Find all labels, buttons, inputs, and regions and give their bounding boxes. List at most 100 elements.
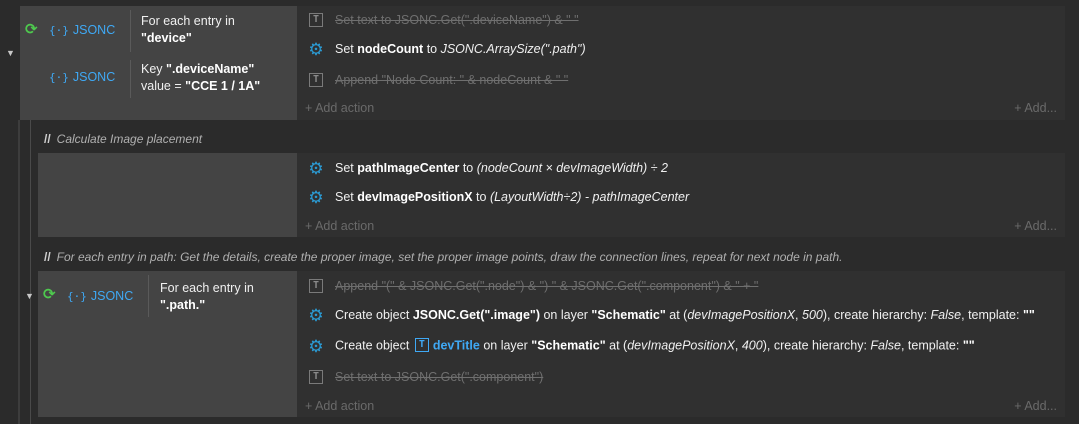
- action-text: Create object TdevTitle on layer "Schema…: [335, 338, 975, 354]
- action-append-node[interactable]: T Append "(" & JSONC.Get(".node") & ") "…: [297, 273, 1065, 299]
- collapse-arrow-icon[interactable]: ▼: [25, 291, 34, 301]
- object-label: JSONC: [72, 70, 116, 84]
- jsonc-object: {·} JSONC: [49, 70, 115, 84]
- add-button[interactable]: + Add...: [1014, 399, 1057, 413]
- json-braces-icon: {·}: [67, 289, 87, 303]
- comment-marker: //: [44, 250, 51, 264]
- gear-icon: ⚙: [308, 187, 324, 207]
- action-text: Set text to JSONC.Get(".component"): [335, 370, 544, 384]
- action-verb: Set: [335, 42, 358, 56]
- action-text: Set text to JSONC.Get(".deviceName") & "…: [335, 13, 579, 27]
- actions-column[interactable]: T Append "(" & JSONC.Get(".node") & ") "…: [297, 271, 1065, 417]
- outer-tree-stripe: [18, 120, 20, 424]
- variable-name: devImagePositionX: [357, 190, 473, 204]
- action-text: Append "Node Count: " & nodeCount & " ": [335, 73, 569, 87]
- actions-column[interactable]: ⚙ Set pathImageCenter to (nodeCount × de…: [297, 153, 1065, 237]
- add-button[interactable]: + Add...: [1014, 101, 1057, 115]
- text-object-icon: T: [309, 73, 323, 87]
- gear-icon: ⚙: [308, 336, 324, 356]
- event-block-device[interactable]: ⟳ {·} JSONC For each entry in "device" {…: [20, 6, 1065, 120]
- action-connector: to: [423, 42, 441, 56]
- text-part: ), create hierarchy:: [762, 338, 871, 353]
- add-action-button[interactable]: + Add action: [305, 101, 374, 115]
- event-sheet: ▼ ⟳ {·} JSONC For each entry in "device"…: [0, 0, 1079, 424]
- hierarchy-value: False: [930, 308, 962, 322]
- action-text: Set devImagePositionX to (LayoutWidth÷2)…: [335, 190, 689, 204]
- action-create-image-object[interactable]: ⚙ Create object JSONC.Get(".image") on l…: [297, 302, 1065, 328]
- add-action-button[interactable]: + Add action: [305, 399, 374, 413]
- action-connector: to: [472, 190, 490, 204]
- object-name: devTitle: [432, 338, 480, 353]
- layer-name: "Schematic": [591, 308, 666, 322]
- expression: JSONC.ArraySize(".path"): [440, 42, 586, 56]
- condition-prefix: For each entry in: [160, 281, 254, 295]
- event-block-path[interactable]: ⟳ {·} JSONC For each entry in ".path." T…: [38, 271, 1065, 417]
- text-part: on layer: [539, 308, 592, 322]
- text-part: , template:: [900, 338, 963, 353]
- loop-arrow-icon: ⟳: [25, 21, 38, 38]
- key-value: ".deviceName": [166, 62, 255, 76]
- text-part: at (: [665, 308, 688, 322]
- actions-column[interactable]: T Set text to JSONC.Get(".deviceName") &…: [297, 6, 1065, 120]
- text-part: on layer: [479, 338, 532, 353]
- condition-for-each-device[interactable]: ⟳ {·} JSONC For each entry in "device": [20, 6, 297, 56]
- text-object-icon: T: [309, 370, 323, 384]
- action-verb: Create object: [335, 308, 413, 322]
- text-part: , template:: [961, 308, 1023, 322]
- condition-value: ".path.": [160, 298, 206, 312]
- text-part: at (: [605, 338, 628, 353]
- conditions-column[interactable]: [38, 153, 297, 237]
- jsonc-object: {·} JSONC: [49, 23, 115, 37]
- condition-text: Key ".deviceName" value = "CCE 1 / 1A": [141, 61, 260, 95]
- event-block-image-placement[interactable]: ⚙ Set pathImageCenter to (nodeCount × de…: [38, 153, 1065, 237]
- comment-calculate-image[interactable]: // Calculate Image placement: [44, 132, 202, 146]
- expression: (nodeCount × devImageWidth) ÷ 2: [476, 161, 668, 175]
- divider: [130, 10, 131, 52]
- object-label: JSONC: [90, 289, 134, 303]
- object-expression: JSONC.Get(".image"): [412, 308, 540, 322]
- condition-for-each-path[interactable]: ⟳ {·} JSONC For each entry in ".path.": [38, 271, 297, 321]
- condition-key-devicename[interactable]: {·} JSONC Key ".deviceName" value = "CCE…: [20, 56, 297, 102]
- value-prefix: value =: [141, 79, 186, 93]
- action-set-text-component[interactable]: T Set text to JSONC.Get(".component"): [297, 364, 1065, 390]
- text-object-icon: T: [414, 338, 429, 352]
- value-value: "CCE 1 / 1A": [185, 79, 261, 93]
- layer-name: "Schematic": [531, 338, 606, 353]
- template-value: "": [962, 338, 975, 353]
- action-set-text[interactable]: T Set text to JSONC.Get(".deviceName") &…: [297, 7, 1065, 33]
- condition-value: "device": [141, 31, 192, 45]
- text-object-icon: T: [309, 13, 323, 27]
- gear-icon: ⚙: [308, 158, 324, 178]
- action-text: Set nodeCount to JSONC.ArraySize(".path"…: [335, 42, 586, 56]
- action-set-nodecount[interactable]: ⚙ Set nodeCount to JSONC.ArraySize(".pat…: [297, 36, 1065, 62]
- conditions-column[interactable]: ⟳ {·} JSONC For each entry in ".path.": [38, 271, 297, 417]
- add-action-button[interactable]: + Add action: [305, 219, 374, 233]
- action-connector: to: [459, 161, 477, 175]
- divider: [130, 60, 131, 98]
- template-value: "": [1022, 308, 1035, 322]
- loop-arrow-icon: ⟳: [43, 286, 56, 303]
- gear-icon: ⚙: [308, 39, 324, 59]
- action-set-devimagepositionx[interactable]: ⚙ Set devImagePositionX to (LayoutWidth÷…: [297, 184, 1065, 210]
- comment-for-each-path[interactable]: // For each entry in path: Get the detail…: [44, 250, 842, 264]
- object-label: JSONC: [72, 23, 116, 37]
- action-text: Append "(" & JSONC.Get(".node") & ") " &…: [335, 279, 759, 293]
- comment-marker: //: [44, 132, 51, 146]
- add-button[interactable]: + Add...: [1014, 219, 1057, 233]
- action-verb: Set: [335, 190, 358, 204]
- action-text: Create object JSONC.Get(".image") on lay…: [335, 308, 1035, 322]
- action-append[interactable]: T Append "Node Count: " & nodeCount & " …: [297, 67, 1065, 93]
- conditions-column[interactable]: ⟳ {·} JSONC For each entry in "device" {…: [20, 6, 297, 120]
- action-set-pathimagecenter[interactable]: ⚙ Set pathImageCenter to (nodeCount × de…: [297, 155, 1065, 181]
- x-expression: devImagePositionX: [627, 338, 735, 353]
- y-expression: 500: [802, 308, 823, 322]
- action-create-devtitle[interactable]: ⚙ Create object TdevTitle on layer "Sche…: [297, 333, 1065, 359]
- condition-text: For each entry in "device": [141, 13, 235, 47]
- comment-text: For each entry in path: Get the details,…: [56, 250, 843, 264]
- collapse-arrow-icon[interactable]: ▼: [6, 48, 15, 58]
- gear-icon: ⚙: [308, 305, 324, 325]
- expression: (LayoutWidth÷2) - pathImageCenter: [489, 190, 690, 204]
- json-braces-icon: {·}: [49, 70, 69, 84]
- x-expression: devImagePositionX: [687, 308, 796, 322]
- variable-name: pathImageCenter: [357, 161, 460, 175]
